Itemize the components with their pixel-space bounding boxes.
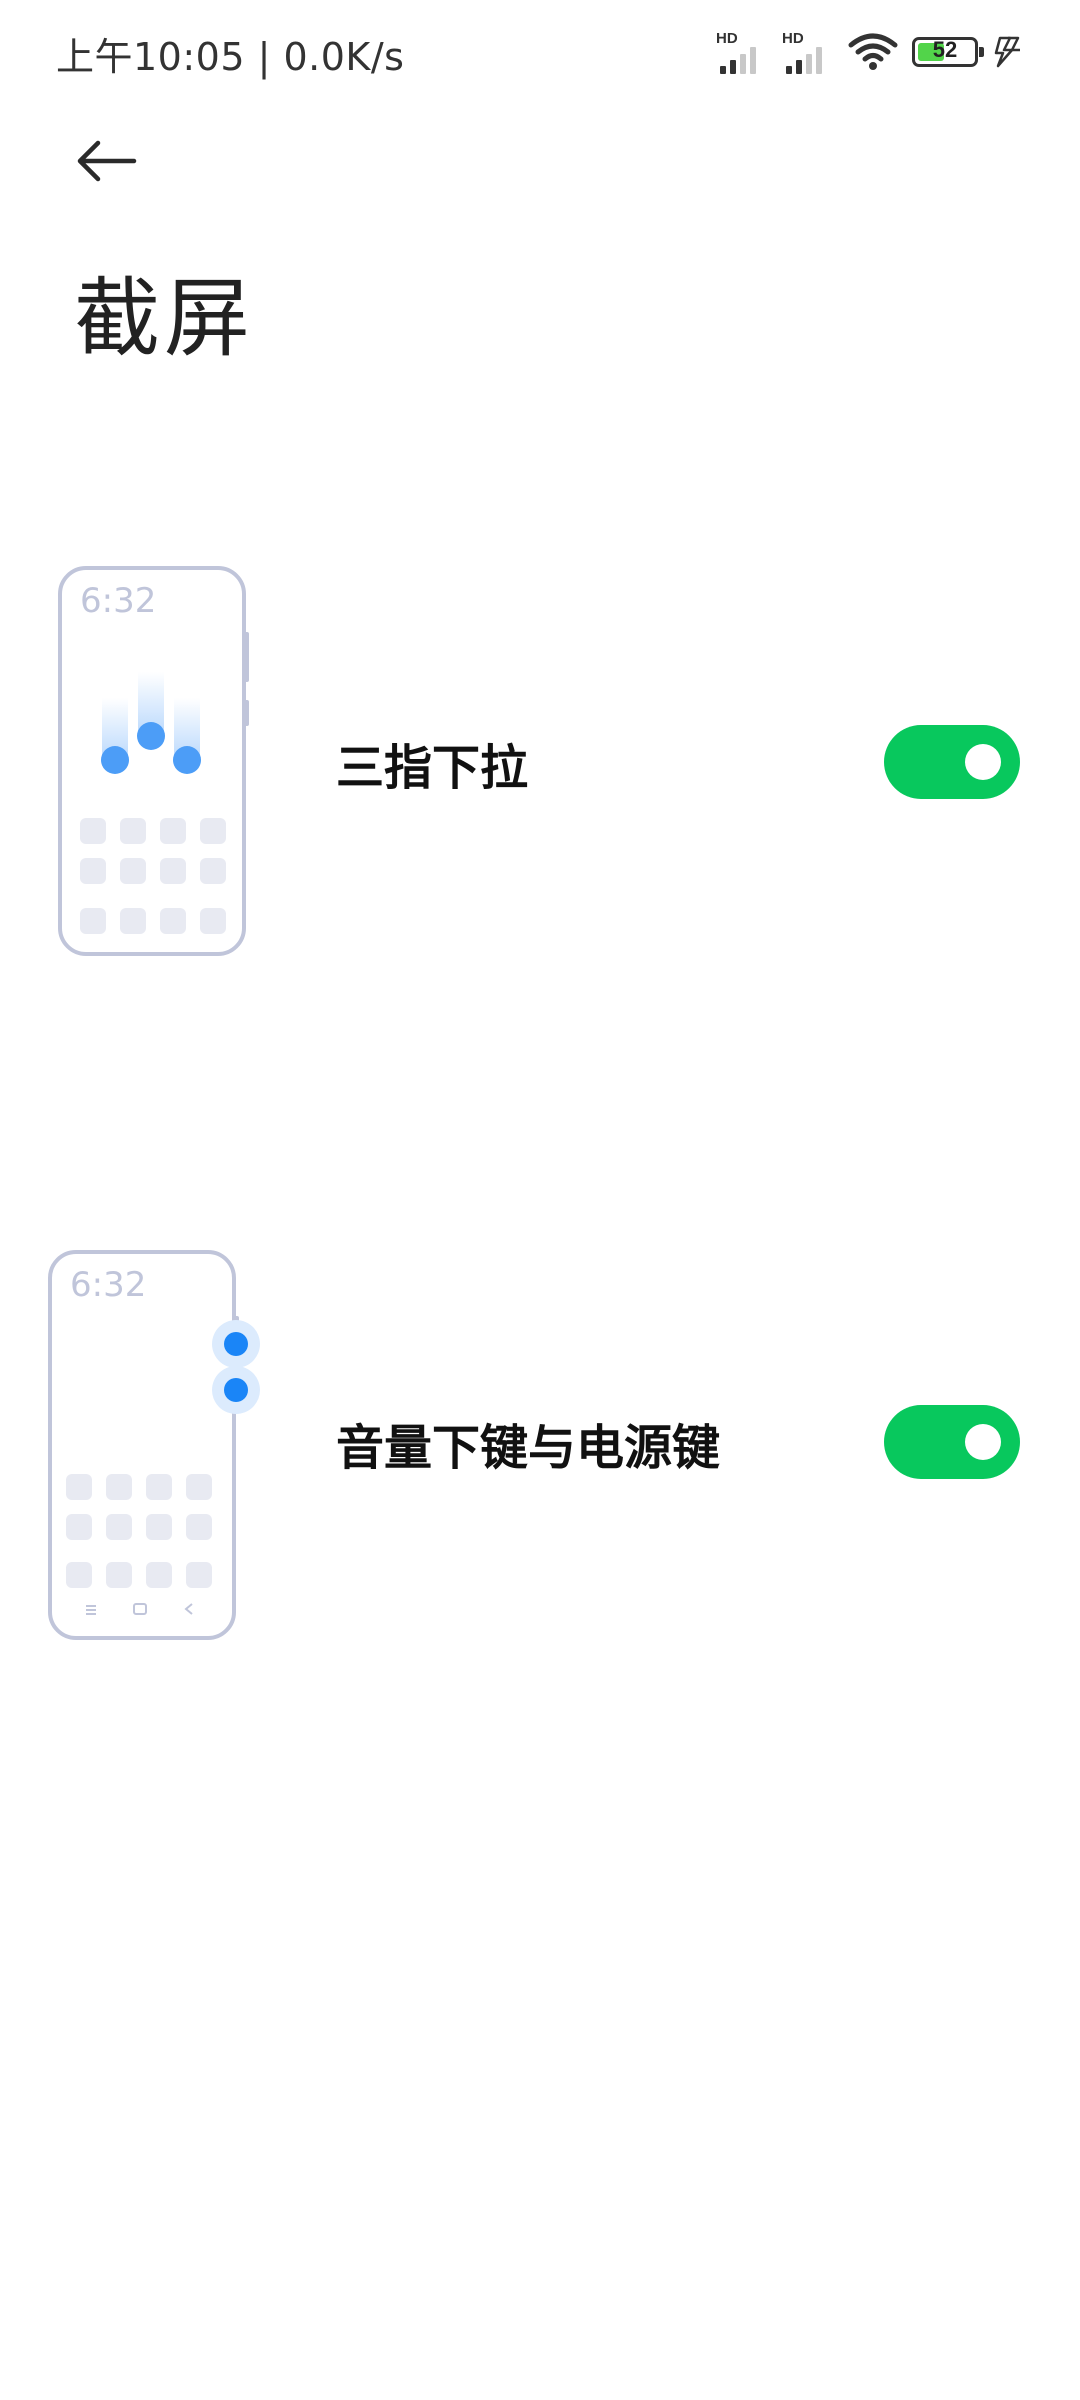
battery-icon: 52	[912, 37, 984, 67]
status-time-speed: 上午10:05 | 0.0K/s	[56, 35, 405, 79]
back-button[interactable]	[66, 126, 146, 196]
toggle-knob	[965, 744, 1001, 780]
setting-label-volume-power: 音量下键与电源键	[336, 1420, 721, 1476]
page-title: 截屏	[74, 269, 254, 369]
volume-power-toggle[interactable]	[884, 1405, 1020, 1479]
setting-label-three-finger: 三指下拉	[336, 740, 529, 796]
volume-power-illustration: 6:32	[48, 1250, 260, 1640]
charging-icon	[994, 36, 1020, 68]
status-icons: HD HD 52	[716, 28, 1022, 76]
setting-row-three-finger[interactable]: 6:32 三指下拉	[0, 560, 1080, 960]
three-finger-illustration: 6:32	[58, 566, 249, 956]
signal-icon: HD	[716, 30, 768, 74]
status-bar: 上午10:05 | 0.0K/s HD HD 52	[0, 0, 1080, 105]
setting-row-volume-power[interactable]: 6:32 音量下键与电源键	[0, 1240, 1080, 1640]
wifi-icon	[848, 33, 898, 70]
toggle-knob	[965, 1424, 1001, 1460]
illustration-clock: 6:32	[80, 581, 156, 621]
hd-label: HD	[716, 30, 738, 47]
hd-label: HD	[782, 30, 804, 47]
back-arrow-icon	[77, 140, 137, 182]
signal-icon: HD	[782, 30, 834, 74]
three-finger-toggle[interactable]	[884, 725, 1020, 799]
illustration-clock: 6:32	[70, 1265, 146, 1305]
battery-level: 52	[932, 37, 958, 62]
